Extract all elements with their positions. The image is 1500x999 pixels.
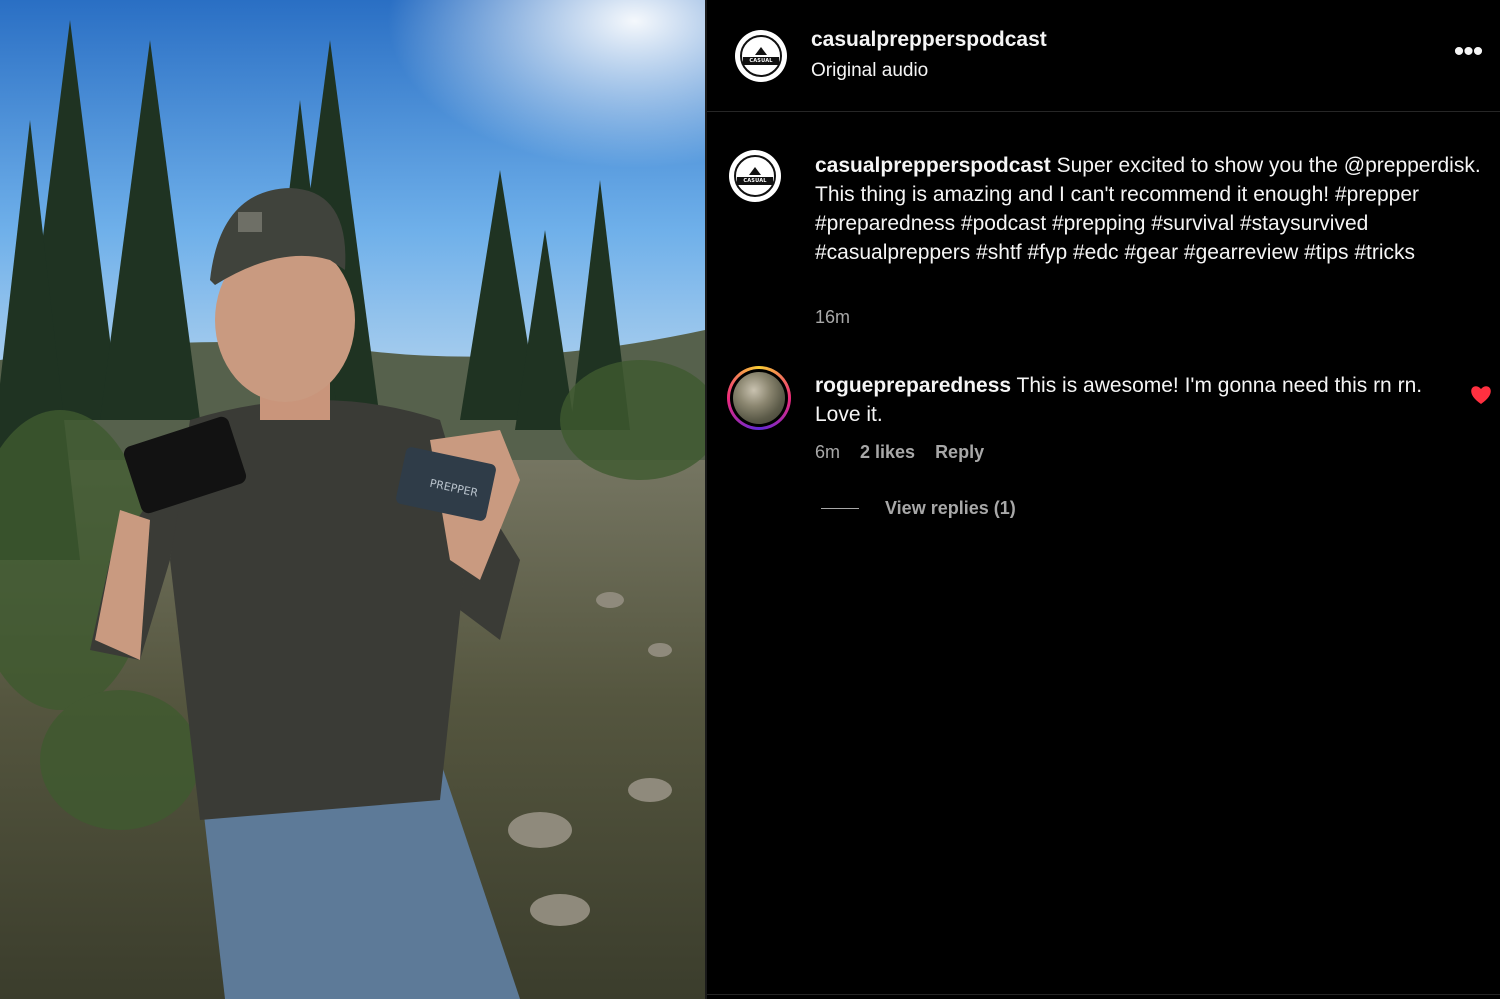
panel-bottom-divider <box>707 994 1500 995</box>
post-header: CASUAL PREPPERS casualprepperspodcast Or… <box>707 0 1500 112</box>
post-caption: casualprepperspodcast Super excited to s… <box>815 151 1490 267</box>
comment-meta: 6m 2 likes Reply <box>815 442 984 463</box>
caption-username[interactable]: casualprepperspodcast <box>815 154 1051 177</box>
post-video[interactable]: PREPPER <box>0 0 705 999</box>
more-horizontal-icon: ••• <box>1453 35 1483 68</box>
comment-likes[interactable]: 2 likes <box>860 442 915 463</box>
post-details-panel: CASUAL PREPPERS casualprepperspodcast Or… <box>707 0 1500 999</box>
video-frame: PREPPER <box>0 0 705 999</box>
heart-icon[interactable] <box>1469 383 1493 407</box>
author-username[interactable]: casualprepperspodcast <box>811 28 1047 52</box>
reply-button[interactable]: Reply <box>935 442 984 463</box>
commenter-photo <box>733 372 785 424</box>
comment: roguepreparedness This is awesome! I'm g… <box>815 371 1455 429</box>
post-view: PREPPER CASUAL PREPPERS casualprepperspo… <box>0 0 1500 999</box>
commenter-avatar[interactable] <box>727 366 791 430</box>
replies-line <box>821 508 859 509</box>
caption-author-avatar[interactable]: CASUAL PREPPERS <box>729 150 781 202</box>
comment-username[interactable]: roguepreparedness <box>815 374 1011 397</box>
view-replies-label: View replies (1) <box>885 498 1016 518</box>
caption-timestamp[interactable]: 16m <box>815 307 850 328</box>
casual-preppers-logo-icon: CASUAL PREPPERS <box>740 35 782 77</box>
view-replies-button[interactable]: View replies (1) <box>821 498 1016 519</box>
comment-timestamp[interactable]: 6m <box>815 442 840 463</box>
casual-preppers-logo-icon: CASUAL PREPPERS <box>734 155 776 197</box>
more-options-button[interactable]: ••• <box>1452 36 1484 68</box>
author-avatar[interactable]: CASUAL PREPPERS <box>735 30 787 82</box>
audio-link[interactable]: Original audio <box>811 60 928 82</box>
